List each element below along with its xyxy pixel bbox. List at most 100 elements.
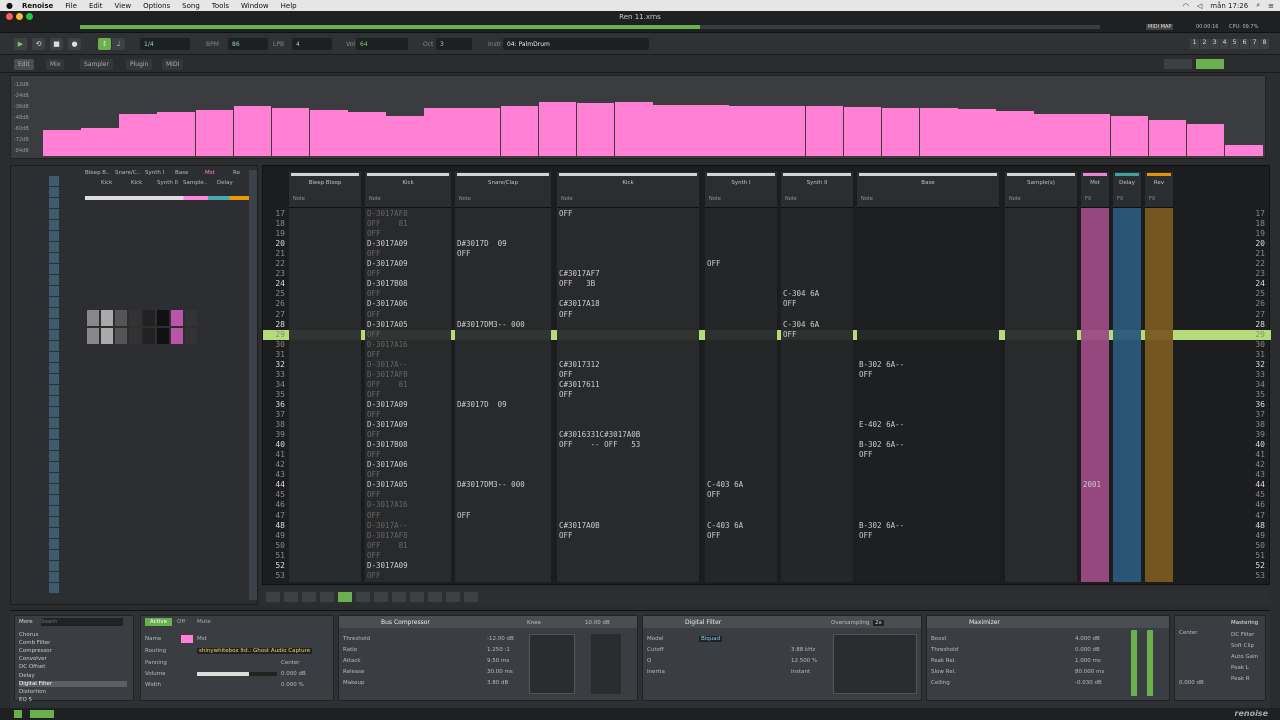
sequence-slot[interactable] bbox=[49, 473, 59, 483]
list-icon[interactable]: ≡ bbox=[1268, 2, 1274, 10]
note-cell[interactable]: D-3017AF8 bbox=[367, 531, 408, 540]
menubar-clock[interactable]: mån 17:26 bbox=[1210, 2, 1248, 10]
note-cell[interactable]: C#3017AF7 bbox=[559, 269, 600, 278]
record-button[interactable]: ● bbox=[68, 38, 81, 50]
note-cell[interactable]: OFF bbox=[367, 470, 381, 479]
menu-help[interactable]: Help bbox=[281, 2, 297, 10]
row-number[interactable]: 32 bbox=[263, 360, 285, 369]
note-cell[interactable]: D-3017B08 bbox=[367, 279, 408, 288]
row-number[interactable]: 39 bbox=[1243, 430, 1265, 439]
row-number[interactable]: 40 bbox=[263, 440, 285, 449]
row-number[interactable]: 20 bbox=[1243, 239, 1265, 248]
row-number[interactable]: 46 bbox=[1243, 500, 1265, 509]
track-header[interactable]: Sample(s) Note bbox=[1005, 172, 1077, 208]
sequence-slot[interactable] bbox=[49, 253, 59, 263]
mixer-track-name[interactable]: Base bbox=[175, 170, 188, 176]
volume-slider[interactable] bbox=[197, 672, 277, 676]
device-list-item[interactable]: Digital Filter bbox=[19, 680, 127, 687]
note-cell[interactable]: D-3017A16 bbox=[367, 500, 408, 509]
track-header[interactable]: Kick Note bbox=[557, 172, 699, 208]
note-cell[interactable]: OFF bbox=[367, 269, 381, 278]
menu-view[interactable]: View bbox=[115, 2, 132, 10]
row-number[interactable]: 20 bbox=[263, 239, 285, 248]
track-number-button[interactable]: 2 bbox=[1200, 39, 1209, 49]
row-number[interactable]: 35 bbox=[1243, 390, 1265, 399]
note-cell[interactable]: D-3017A16 bbox=[367, 340, 408, 349]
row-number[interactable]: 27 bbox=[263, 310, 285, 319]
note-cell[interactable]: OFF bbox=[367, 511, 381, 520]
track-number-button[interactable]: 7 bbox=[1250, 39, 1259, 49]
menu-edit[interactable]: Edit bbox=[89, 2, 103, 10]
scope-view-button[interactable] bbox=[1164, 59, 1192, 69]
matrix-cell[interactable] bbox=[157, 310, 169, 326]
matrix-cell[interactable] bbox=[101, 310, 113, 326]
row-number[interactable]: 49 bbox=[263, 531, 285, 540]
track-color-swatch[interactable] bbox=[181, 635, 193, 643]
track-name-value[interactable]: Mst bbox=[197, 636, 207, 642]
track-header[interactable]: Synth I Note bbox=[705, 172, 777, 208]
note-cell[interactable]: C#3016331C#3017A0B bbox=[559, 430, 640, 439]
note-cell[interactable]: D-3017AF8 bbox=[367, 209, 408, 218]
matrix-cell[interactable] bbox=[171, 328, 183, 344]
row-number[interactable]: 23 bbox=[263, 269, 285, 278]
instrument-select[interactable]: 04: PalmDrum bbox=[503, 38, 649, 50]
note-cell[interactable]: D-3017A05 bbox=[367, 320, 408, 329]
row-number[interactable]: 48 bbox=[1243, 521, 1265, 530]
note-cell[interactable]: B-302 6A-- bbox=[859, 440, 904, 449]
row-number[interactable]: 37 bbox=[263, 410, 285, 419]
note-cell[interactable]: OFF bbox=[367, 410, 381, 419]
note-cell[interactable]: D#3017DM3-- 000 bbox=[457, 320, 525, 329]
note-cell[interactable]: OFF bbox=[367, 330, 381, 339]
matrix-cell[interactable] bbox=[101, 328, 113, 344]
note-cell[interactable]: OFF -- OFF 53 bbox=[559, 440, 640, 449]
note-cell[interactable]: OFF 81 bbox=[367, 219, 408, 228]
tab-mix[interactable]: Mix bbox=[46, 59, 65, 70]
tab-edit[interactable]: Edit bbox=[14, 59, 34, 70]
row-number[interactable]: 40 bbox=[1243, 440, 1265, 449]
row-number[interactable]: 50 bbox=[263, 541, 285, 550]
sequence-slot[interactable] bbox=[49, 484, 59, 494]
note-cell[interactable]: D-3017A05 bbox=[367, 480, 408, 489]
row-number[interactable]: 17 bbox=[263, 209, 285, 218]
sequence-slot[interactable] bbox=[49, 385, 59, 395]
menu-song[interactable]: Song bbox=[182, 2, 200, 10]
row-number[interactable]: 50 bbox=[1243, 541, 1265, 550]
row-number[interactable]: 18 bbox=[1243, 219, 1265, 228]
follow-button[interactable]: ↕ bbox=[98, 38, 111, 50]
note-cell[interactable]: OFF bbox=[367, 490, 381, 499]
pattern-tool-button[interactable] bbox=[410, 592, 424, 602]
row-number[interactable]: 24 bbox=[263, 279, 285, 288]
track-number-button[interactable]: 5 bbox=[1230, 39, 1239, 49]
note-cell[interactable]: OFF bbox=[367, 289, 381, 298]
play-button[interactable]: ▶ bbox=[14, 38, 27, 50]
sequence-slot[interactable] bbox=[49, 462, 59, 472]
row-number[interactable]: 34 bbox=[1243, 380, 1265, 389]
sequence-slot[interactable] bbox=[49, 352, 59, 362]
mixer-scrollbar[interactable] bbox=[249, 170, 257, 600]
note-cell[interactable]: B-302 6A-- bbox=[859, 360, 904, 369]
pattern-tool-button[interactable] bbox=[266, 592, 280, 602]
matrix-cell[interactable] bbox=[171, 310, 183, 326]
note-cell[interactable]: OFF bbox=[707, 259, 721, 268]
note-cell[interactable]: OFF bbox=[707, 490, 721, 499]
device-list-item[interactable]: Convolver bbox=[19, 656, 47, 662]
pattern-tool-button[interactable] bbox=[428, 592, 442, 602]
mixer-track-name[interactable]: Kick bbox=[131, 180, 142, 186]
mixer-track-name[interactable]: Synth II bbox=[157, 180, 178, 186]
row-number[interactable]: 47 bbox=[263, 511, 285, 520]
device-list-item[interactable]: Distortion bbox=[19, 689, 46, 695]
loop-button[interactable]: ⟲ bbox=[32, 38, 45, 50]
routing-select[interactable]: shinywhitebox Itd.: Ghost Audio Capture bbox=[197, 648, 313, 654]
row-number[interactable]: 26 bbox=[263, 299, 285, 308]
row-number[interactable]: 30 bbox=[1243, 340, 1265, 349]
note-cell[interactable]: C#3017312 bbox=[559, 360, 600, 369]
pattern-step-field[interactable]: 1/4 bbox=[140, 38, 190, 50]
note-cell[interactable]: C-403 6A bbox=[707, 521, 743, 530]
mastering-option[interactable]: Auto Gain bbox=[1231, 654, 1258, 660]
device-list-item[interactable]: Delay bbox=[19, 673, 35, 679]
row-number[interactable]: 18 bbox=[263, 219, 285, 228]
row-number[interactable]: 33 bbox=[263, 370, 285, 379]
row-number[interactable]: 52 bbox=[1243, 561, 1265, 570]
menu-app[interactable]: Renoise bbox=[22, 2, 53, 10]
row-number[interactable]: 36 bbox=[263, 400, 285, 409]
